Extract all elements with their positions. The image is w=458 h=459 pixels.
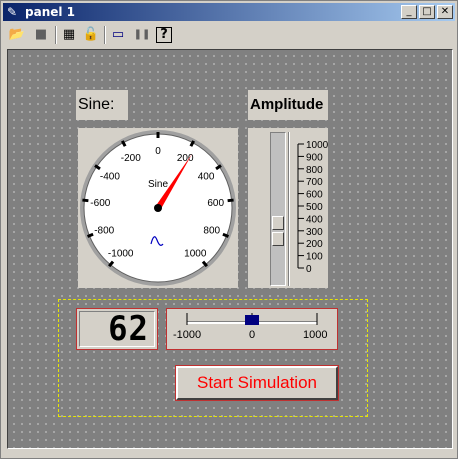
amplitude-scale: 10009008007006005004003002001000	[297, 140, 328, 275]
maximize-button[interactable]: □	[419, 5, 435, 19]
meter-scale-label: -400	[100, 172, 120, 183]
meter-scale-label: -1000	[108, 248, 134, 259]
horizontal-slider[interactable]: -1000 0 1000	[166, 308, 338, 350]
sine-meter: -1000 -800 -600 -400 -200 0 200 400 600 800 1000 S…	[78, 128, 238, 288]
hslider-min-label: -1000	[173, 329, 202, 341]
meter-scale-label: -800	[94, 226, 114, 237]
meter-tick	[86, 232, 94, 238]
minimize-button[interactable]: _	[401, 5, 417, 19]
meter-hub	[154, 204, 162, 212]
close-button[interactable]: ✕	[437, 5, 453, 19]
amplitude-scale-label: 0	[306, 264, 312, 275]
amplitude-scale-label: 600	[306, 190, 323, 201]
meter-scale-label: 0	[155, 146, 161, 157]
meter-name: Sine	[148, 179, 168, 190]
amplitude-slider[interactable]: 1000 900 800 700 600 500 400 300 200 100 0	[248, 128, 328, 288]
panel-canvas: Sine: Amplitude -1000 -800 -600 -400 -200 0 20…	[7, 49, 453, 449]
meter-scale-label: 400	[198, 172, 215, 183]
window-title: panel 1	[25, 5, 76, 19]
meter-scale-label: 800	[203, 226, 220, 237]
sine-label: Sine:	[76, 90, 128, 120]
toolbar: 📂 ■ ▦ 🔓 ▭ ❚❚ ?	[3, 23, 455, 47]
help-icon[interactable]: ?	[156, 27, 172, 43]
hslider-thumb[interactable]	[245, 315, 259, 325]
meter-tick	[222, 232, 230, 238]
pause-icon[interactable]: ❚❚	[132, 25, 152, 45]
window-icon[interactable]: ▭	[108, 25, 128, 45]
hslider-max-label: 1000	[303, 329, 328, 341]
amplitude-scale-label: 900	[306, 152, 323, 163]
amplitude-scale-label: 400	[306, 214, 323, 225]
amplitude-scale-label: 200	[306, 239, 323, 250]
panel-window: ✎ panel 1 _ □ ✕ 📂 ■ ▦ 🔓 ▭ ❚❚ ? Sine: Amp…	[0, 0, 458, 459]
meter-scale-label: 600	[207, 198, 224, 209]
meter-scale-label: -200	[121, 153, 141, 164]
amplitude-label: Amplitude	[248, 90, 328, 120]
digital-display: 62	[76, 308, 158, 350]
toolbar-separator	[104, 26, 106, 44]
title-bar[interactable]: ✎ panel 1 _ □ ✕	[3, 3, 455, 21]
amplitude-scale-label: 500	[306, 202, 323, 213]
meter-tick	[82, 198, 89, 203]
window-bottom-frame	[3, 451, 455, 457]
stop-icon[interactable]: ■	[31, 25, 51, 45]
meter-dial: -1000 -800 -600 -400-200 0 200 400 600 800 1000 S…	[80, 130, 236, 286]
meter-tick	[227, 198, 234, 203]
toolbar-separator	[55, 26, 57, 44]
meter-scale-label: -600	[90, 198, 110, 209]
amplitude-scale-label: 300	[306, 227, 323, 238]
amplitude-scale-label: 100	[306, 252, 323, 263]
amplitude-scale-label: 800	[306, 165, 323, 176]
grid-icon[interactable]: ▦	[59, 25, 79, 45]
unlock-icon[interactable]: 🔓	[81, 25, 101, 45]
start-simulation-button[interactable]: Start Simulation	[175, 365, 339, 401]
hslider-mid-label: 0	[249, 329, 256, 341]
app-icon: ✎	[7, 5, 18, 19]
meter-scale-label: 200	[177, 153, 194, 164]
open-folder-icon[interactable]: 📂	[7, 25, 27, 45]
amplitude-scale-label: 700	[306, 177, 323, 188]
digital-value: 62	[108, 309, 149, 349]
meter-scale-label: 1000	[184, 248, 207, 259]
amplitude-scale-label: 1000	[306, 140, 328, 151]
